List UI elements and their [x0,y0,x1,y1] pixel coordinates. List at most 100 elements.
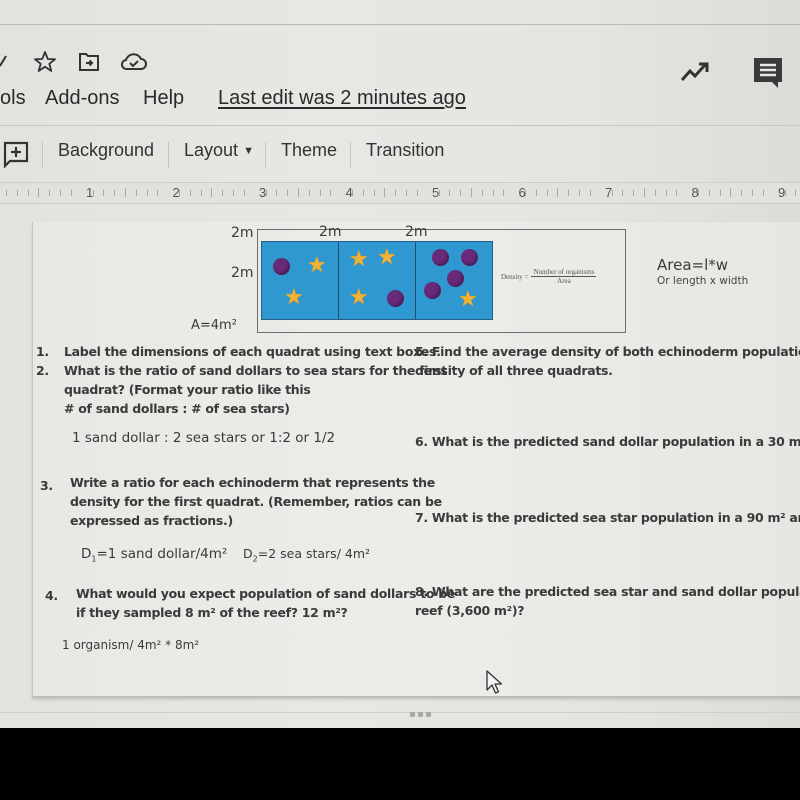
density-formula: Density = Number of organisms Area [501,268,597,285]
toolbar-divider [42,142,43,168]
menu-item-add-ons[interactable]: Add-ons [45,87,120,110]
question-3-line-3[interactable]: expressed as fractions.) [70,511,233,530]
last-edit-link[interactable]: Last edit was 2 minutes ago [218,87,466,110]
ruler-tick [60,190,62,196]
ruler-tick [243,190,245,196]
question-5-line-1[interactable]: 5. Find the average density of both echi… [415,342,800,361]
sand-dollar [432,249,449,266]
ruler-tick [222,190,224,196]
question-6[interactable]: 6. What is the predicted sand dollar pop… [415,432,800,451]
width-label-1[interactable]: 2m [231,225,254,241]
ruler-number: 6 [518,185,526,200]
ruler-tick [752,190,754,196]
ruler-tick [741,190,743,196]
question-2-line-1[interactable]: What is the ratio of sand dollars to sea… [64,361,447,380]
ruler-tick [287,190,289,196]
cloud-saved-icon[interactable] [120,50,148,74]
question-4-line-2[interactable]: if they sampled 8 m² of the reef? 12 m²? [76,603,348,622]
ruler-tick [503,190,505,196]
ruler-tick [579,190,581,196]
ruler-tick [16,190,18,196]
theme-button[interactable]: Theme [281,140,337,161]
answer-4[interactable]: 1 organism/ 4m² * 8m² [62,638,199,652]
ruler-tick [384,188,386,197]
ruler-tick [103,190,105,196]
question-3-line-2[interactable]: density for the first quadrat. (Remember… [70,492,442,511]
answer-3-sea-star[interactable]: D2=2 sea stars/ 4m² [243,546,370,564]
question-1[interactable]: Label the dimensions of each quadrat usi… [64,342,441,361]
horizontal-ruler[interactable]: 1 2 3 4 5 6 7 8 9 [0,182,800,204]
ruler-tick [762,190,764,196]
question-3-line-1[interactable]: Write a ratio for each echinoderm that r… [70,473,435,492]
resize-handle[interactable] [410,712,431,717]
sand-dollar [461,249,478,266]
question-8-line-1[interactable]: 8. What are the predicted sea star and s… [415,582,800,601]
q4-number: 4. [45,588,58,603]
ruler-number: 7 [605,185,613,200]
sand-dollar [387,290,404,307]
ruler-tick [157,190,159,196]
ruler-tick [643,188,645,197]
move-to-folder-icon[interactable] [77,50,101,74]
transition-button[interactable]: Transition [366,140,444,161]
height-label[interactable]: 2m [231,265,254,281]
ruler-tick [719,190,721,196]
density-value: =1 sand dollar/4m² [96,546,228,562]
area-formula-title[interactable]: Area=l*w [657,256,728,274]
sand-dollar [424,282,441,299]
q2-number: 2. [36,363,49,378]
filmstrip-divider [0,712,800,713]
ruler-tick [589,190,591,196]
ruler-tick [568,190,570,196]
layout-dropdown[interactable]: Layout ▼ [184,140,254,161]
ruler-tick [622,190,624,196]
ruler-tick [708,190,710,196]
background-button[interactable]: Background [58,140,154,161]
caret-down-icon: ▼ [243,145,254,157]
question-8-line-2[interactable]: reef (3,600 m²)? [415,601,524,620]
menu-item-help[interactable]: Help [143,87,184,110]
ruler-tick [557,188,559,197]
sand-dollar [273,258,290,275]
density-symbol: D [81,546,92,562]
width-label-3[interactable]: 2m [405,224,428,240]
width-label-2[interactable]: 2m [319,224,342,240]
ruler-tick [406,190,408,196]
ruler-tick [38,188,40,197]
star-icon[interactable] [33,50,57,74]
ruler-tick [535,190,537,196]
slide-canvas[interactable]: 2m 2m 2m 2m ★ ★ ★ ★ ★ ★ Density = Number… [32,222,800,698]
layout-label: Layout [184,140,239,160]
question-4-line-1[interactable]: What would you expect population of sand… [76,584,455,603]
density-value: =2 sea stars/ 4m² [257,546,371,561]
area-label[interactable]: A=4m² [191,318,237,333]
new-slide-icon[interactable] [2,140,30,168]
ruler-tick [492,190,494,196]
ruler-tick [481,190,483,196]
comments-icon[interactable] [752,56,784,90]
answer-2[interactable]: 1 sand dollar : 2 sea stars or 1:2 or 1/… [72,430,335,446]
activity-trend-icon[interactable] [680,60,712,84]
quadrat-1: ★ ★ [262,242,339,319]
ruler-tick [665,190,667,196]
area-formula-subtitle[interactable]: Or length x width [657,275,748,287]
answer-3-sand-dollar[interactable]: D1=1 sand dollar/4m² [81,546,227,564]
slides-toolbar: Background Layout ▼ Theme Transition [0,136,800,170]
question-7[interactable]: 7. What is the predicted sea star popula… [415,508,800,527]
sea-star: ★ [307,252,327,277]
google-slides-window: ols Add-ons Help Last edit was 2 minutes… [0,0,800,728]
ruler-tick [189,190,191,196]
toolbar-divider [168,142,169,168]
density-lhs: Density = [501,272,529,281]
density-symbol: D [243,546,253,561]
question-2-line-3[interactable]: # of sand dollars : # of sea stars) [64,399,290,418]
question-2-line-2[interactable]: quadrat? (Format your ratio like this [64,380,311,399]
question-5-line-2[interactable]: density of all three quadrats. [415,361,613,380]
menu-item-tools[interactable]: ols [0,87,26,110]
ruler-tick [146,190,148,196]
sea-star: ★ [377,244,397,269]
sea-star: ★ [349,246,369,271]
ruler-tick [114,190,116,196]
chevron-partial-icon [0,52,10,72]
ruler-tick [319,190,321,196]
